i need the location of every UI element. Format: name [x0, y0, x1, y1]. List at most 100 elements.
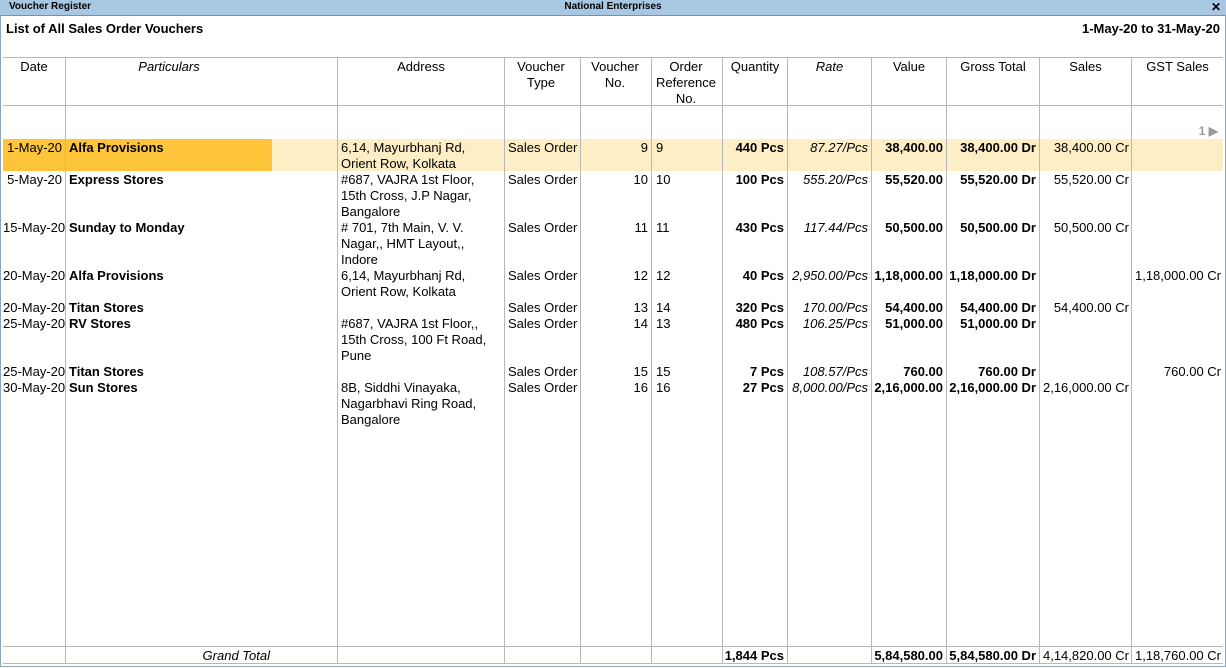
cell-gross-total: 55,520.00 Dr — [960, 172, 1036, 187]
grand-total-sales: 4,14,820.00 Cr — [1042, 648, 1129, 663]
cell-date: 1-May-20 — [7, 140, 62, 155]
cell-address-line: #687, VAJRA 1st Floor, — [341, 172, 475, 187]
close-icon[interactable]: ✕ — [1211, 0, 1221, 14]
cell-sales: 54,400.00 Cr — [1053, 300, 1129, 315]
cell-quantity: 440 Pcs — [735, 140, 784, 155]
cell-value: 2,16,000.00 — [874, 380, 943, 395]
cell-order-ref: 10 — [656, 172, 671, 187]
cell-value: 760.00 — [903, 364, 943, 379]
cell-value: 38,400.00 — [885, 140, 943, 155]
cell-address-line: 8B, Siddhi Vinayaka, — [341, 380, 461, 395]
cell-voucher-no: 15 — [633, 364, 648, 379]
column-header-quantity[interactable]: Quantity — [723, 59, 787, 75]
cell-rate: 2,950.00/Pcs — [792, 268, 868, 283]
cell-sales: 50,500.00 Cr — [1053, 220, 1129, 235]
cell-date: 25-May-20 — [3, 316, 66, 331]
cell-particulars: Titan Stores — [69, 364, 144, 379]
cell-rate: 117.44/Pcs — [803, 220, 868, 235]
header-top-rule — [3, 57, 1223, 58]
column-header-gross-total[interactable]: Gross Total — [947, 59, 1039, 75]
col-divider — [504, 57, 505, 664]
cell-quantity: 320 Pcs — [735, 300, 784, 315]
column-header-rate[interactable]: Rate — [788, 59, 871, 75]
report-frame — [0, 15, 1226, 667]
cell-order-ref: 13 — [656, 316, 671, 331]
cell-address-line: Orient Row, Kolkata — [341, 284, 456, 299]
cell-gross-total: 54,400.00 Dr — [960, 300, 1036, 315]
cell-gross-total: 760.00 Dr — [978, 364, 1036, 379]
cell-address-line: Indore — [341, 252, 378, 267]
column-header-value[interactable]: Value — [872, 59, 946, 75]
cell-value: 54,400.00 — [885, 300, 943, 315]
cell-value: 51,000.00 — [885, 316, 943, 331]
cell-gross-total: 50,500.00 Dr — [960, 220, 1036, 235]
col-divider — [337, 57, 338, 664]
cell-particulars: Alfa Provisions — [69, 140, 164, 155]
cell-voucher-type: Sales Order — [508, 140, 578, 155]
cell-date: 25-May-20 — [3, 364, 66, 379]
cell-rate: 170.00/Pcs — [802, 300, 868, 315]
cell-voucher-type: Sales Order — [508, 268, 578, 283]
cell-voucher-type: Sales Order — [508, 380, 578, 395]
cell-order-ref: 16 — [656, 380, 671, 395]
cell-quantity: 27 Pcs — [742, 380, 784, 395]
col-divider — [1131, 57, 1132, 664]
cell-value: 55,520.00 — [885, 172, 943, 187]
cell-order-ref: 11 — [656, 220, 670, 235]
col-divider — [580, 57, 581, 664]
cell-value: 1,18,000.00 — [874, 268, 943, 283]
cell-address-line: Bangalore — [341, 204, 401, 219]
cell-sales: 55,520.00 Cr — [1053, 172, 1129, 187]
cell-rate: 8,000.00/Pcs — [792, 380, 868, 395]
column-header-order-ref[interactable]: Order Reference No. — [652, 59, 720, 107]
cell-date: 30-May-20 — [3, 380, 66, 395]
cell-sales: 38,400.00 Cr — [1053, 140, 1129, 155]
column-header-voucher-no[interactable]: Voucher No. — [584, 59, 646, 91]
report-period[interactable]: 1-May-20 to 31-May-20 — [1082, 21, 1220, 36]
cell-gross-total: 1,18,000.00 Dr — [949, 268, 1036, 283]
cell-particulars: Express Stores — [69, 172, 164, 187]
column-header-sales[interactable]: Sales — [1040, 59, 1131, 75]
cell-voucher-no: 13 — [633, 300, 648, 315]
cell-voucher-type: Sales Order — [508, 172, 578, 187]
cell-particulars: Alfa Provisions — [69, 268, 164, 283]
grand-total-value: 5,84,580.00 — [874, 648, 943, 663]
cell-address-line: Nagar,, HMT Layout,, — [341, 236, 465, 251]
column-header-particulars[interactable]: Particulars — [66, 59, 272, 75]
column-header-date[interactable]: Date — [3, 59, 65, 75]
cell-voucher-no: 12 — [633, 268, 648, 283]
cell-particulars: Titan Stores — [69, 300, 144, 315]
cell-order-ref: 9 — [656, 140, 664, 155]
cell-particulars: RV Stores — [69, 316, 131, 331]
cell-order-ref: 15 — [656, 364, 671, 379]
title-bar: Voucher Register National Enterprises ✕ — [0, 0, 1226, 16]
cell-rate: 106.25/Pcs — [802, 316, 868, 331]
column-header-address[interactable]: Address — [338, 59, 504, 75]
grand-total-quantity: 1,844 Pcs — [724, 648, 784, 663]
cell-date: 15-May-20 — [3, 220, 66, 235]
cell-quantity: 430 Pcs — [735, 220, 784, 235]
cell-quantity: 100 Pcs — [735, 172, 784, 187]
cell-voucher-type: Sales Order — [508, 364, 578, 379]
grand-total-gst-sales: 1,18,760.00 Cr — [1134, 648, 1221, 663]
cell-order-ref: 14 — [656, 300, 671, 315]
cell-gross-total: 38,400.00 Dr — [960, 140, 1036, 155]
cell-address-line: 15th Cross, J.P Nagar, — [341, 188, 472, 203]
report-title: List of All Sales Order Vouchers — [6, 21, 204, 36]
page-indicator[interactable]: 1 ▶ — [1199, 124, 1218, 138]
cell-address-line: Orient Row, Kolkata — [341, 156, 456, 171]
cell-date: 20-May-20 — [3, 300, 66, 315]
cell-particulars: Sun Stores — [69, 380, 138, 395]
cell-voucher-no: 11 — [634, 220, 649, 235]
column-header-voucher-type[interactable]: Voucher Type — [513, 59, 569, 91]
column-header-gst-sales[interactable]: GST Sales — [1132, 59, 1223, 75]
grand-total-gross: 5,84,580.00 Dr — [949, 648, 1036, 663]
total-top-rule — [3, 646, 1223, 647]
cell-value: 50,500.00 — [885, 220, 943, 235]
col-divider — [651, 57, 652, 664]
cell-rate: 87.27/Pcs — [810, 140, 868, 155]
cell-address-line: # 701, 7th Main, V. V. — [341, 220, 464, 235]
cell-voucher-type: Sales Order — [508, 300, 578, 315]
cell-address-line: 6,14, Mayurbhanj Rd, — [341, 268, 466, 283]
cell-gst-sales: 760.00 Cr — [1163, 364, 1221, 379]
